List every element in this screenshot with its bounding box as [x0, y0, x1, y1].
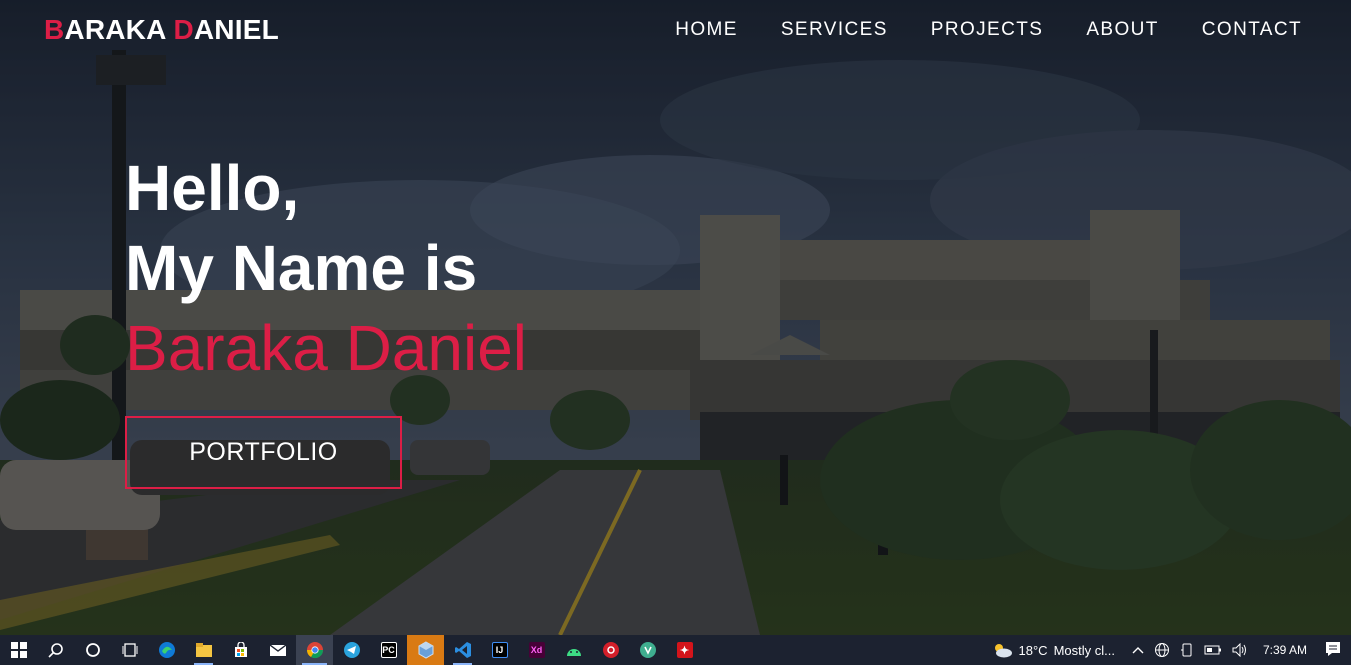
vpn-icon[interactable]: [629, 635, 666, 665]
nav-about-link[interactable]: ABOUT: [1086, 19, 1158, 41]
file-explorer-icon[interactable]: [185, 635, 222, 665]
weather-temperature: 18°C: [1018, 642, 1048, 658]
android-studio-icon[interactable]: [555, 635, 592, 665]
pycharm-icon[interactable]: PC: [370, 635, 407, 665]
partly-cloudy-icon: [994, 644, 1012, 658]
chrome-icon[interactable]: [296, 635, 333, 665]
hero-section: BARAKA DANIEL HOME SERVICES PROJECTS ABO…: [0, 0, 1351, 635]
nav-contact-link[interactable]: CONTACT: [1202, 19, 1302, 41]
logo-text-first: ARAKA: [64, 14, 174, 45]
windows-start-icon[interactable]: [0, 635, 37, 665]
portfolio-button[interactable]: PORTFOLIO: [125, 416, 402, 489]
logo-text-last: ANIEL: [193, 14, 279, 45]
nav-home-link[interactable]: HOME: [675, 19, 738, 41]
search-icon[interactable]: [37, 635, 74, 665]
edge-icon[interactable]: [148, 635, 185, 665]
taskbar-clock[interactable]: 7:39 AM: [1263, 643, 1307, 657]
weather-description: Mostly cl...: [1053, 642, 1115, 658]
main-nav: HOME SERVICES PROJECTS ABOUT CONTACT: [675, 19, 1302, 41]
vscode-icon[interactable]: [444, 635, 481, 665]
logo-initial-first: B: [44, 14, 65, 45]
adobe-xd-icon[interactable]: Xd: [518, 635, 555, 665]
telegram-icon[interactable]: [333, 635, 370, 665]
cortana-icon[interactable]: [74, 635, 111, 665]
store-icon[interactable]: [222, 635, 259, 665]
task-view-icon[interactable]: [111, 635, 148, 665]
windows-taskbar: PC IJ Xd ✦ 18°C Mostly cl... 7:39 AM: [0, 635, 1351, 665]
nav-services-link[interactable]: SERVICES: [781, 19, 888, 41]
virtualbox-icon[interactable]: [407, 635, 444, 665]
hero-headline: Hello, My Name is Baraka Daniel: [125, 148, 527, 388]
weather-widget[interactable]: 18°C Mostly cl...: [991, 642, 1115, 658]
battery-icon[interactable]: [1204, 644, 1222, 656]
acrobat-icon[interactable]: ✦: [666, 635, 703, 665]
device-icon[interactable]: [1180, 642, 1194, 658]
nav-projects-link[interactable]: PROJECTS: [931, 19, 1044, 41]
davinci-icon[interactable]: [592, 635, 629, 665]
hero-intro: My Name is: [125, 232, 478, 304]
hero-name: Baraka Daniel: [125, 312, 527, 384]
show-hidden-icons-chevron-icon[interactable]: [1132, 645, 1144, 655]
site-logo[interactable]: BARAKA DANIEL: [44, 14, 279, 46]
notification-center-icon[interactable]: [1325, 641, 1341, 660]
language-globe-icon[interactable]: [1154, 642, 1170, 658]
logo-initial-last: D: [173, 14, 194, 45]
intellij-icon[interactable]: IJ: [481, 635, 518, 665]
volume-icon[interactable]: [1232, 643, 1248, 657]
hero-greeting: Hello,: [125, 152, 300, 224]
system-tray: 18°C Mostly cl... 7:39 AM: [991, 635, 1351, 665]
mail-icon[interactable]: [259, 635, 296, 665]
